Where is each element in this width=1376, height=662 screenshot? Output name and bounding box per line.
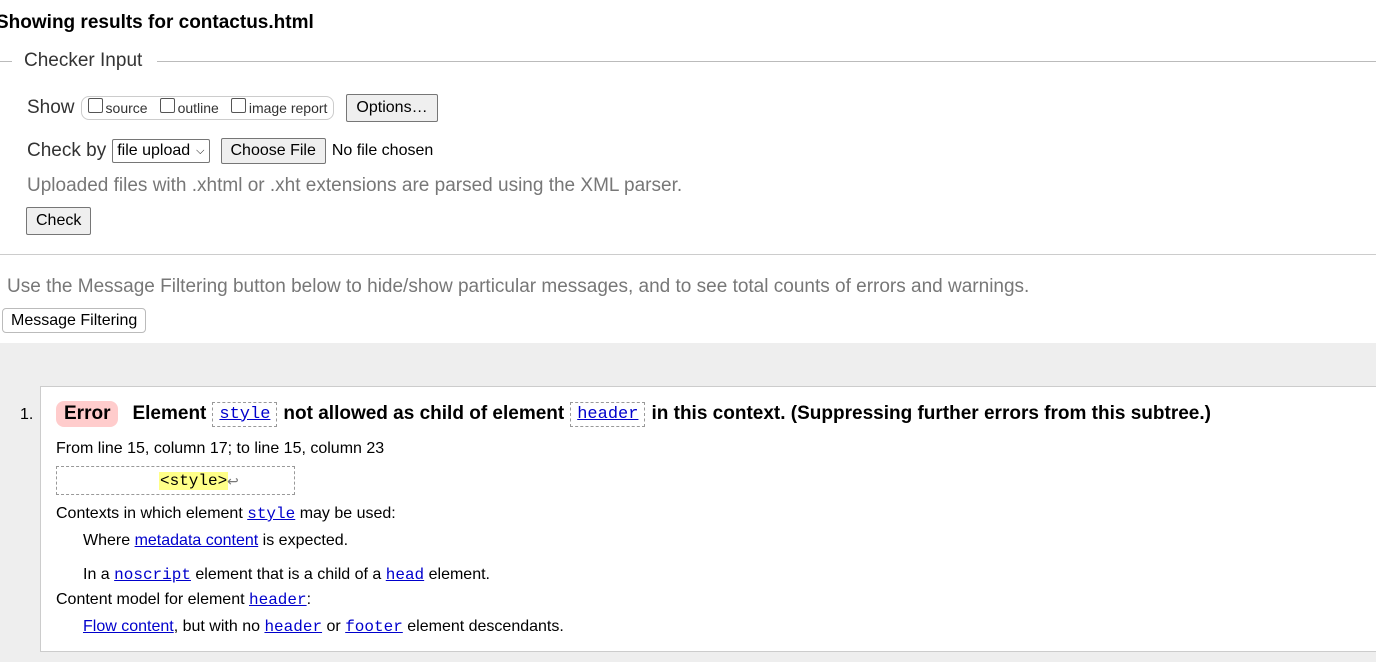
noscript-element-link[interactable]: noscript — [114, 566, 191, 584]
flow-or-text: or — [326, 618, 341, 635]
outline-checkbox[interactable] — [159, 97, 175, 113]
outline-checkbox-label: outline — [177, 100, 219, 116]
contexts-line: Contexts in which element style may be u… — [56, 505, 396, 523]
where-prefix: Where — [83, 532, 131, 549]
filter-note: Use the Message Filtering button below t… — [7, 276, 1030, 297]
contexts-prefix: Contexts in which element — [56, 505, 243, 522]
image-report-checkbox[interactable] — [230, 97, 246, 113]
choose-file-button[interactable]: Choose File — [220, 138, 326, 164]
error-text: Element — [132, 403, 207, 424]
check-by-row: Check by file upload ⌵ Choose File No fi… — [27, 138, 433, 164]
footer-element-link[interactable]: footer — [345, 618, 403, 636]
source-checkbox-label: source — [105, 100, 148, 116]
content-model-line: Content model for element header: — [56, 591, 311, 609]
metadata-content-link[interactable]: metadata content — [135, 532, 259, 549]
flow-content-line: Flow content, but with no header or foot… — [83, 618, 564, 636]
error-text: not allowed as child of element — [283, 403, 565, 424]
checker-input-legend: Checker Input — [24, 50, 143, 71]
show-row: Show source outline image report Options… — [27, 94, 438, 122]
error-text: in this context. (Suppressing further er… — [651, 403, 1211, 424]
flow-mid-text: , but with no — [173, 618, 260, 635]
show-label: Show — [27, 97, 75, 118]
header-element-link[interactable]: header — [264, 618, 322, 636]
check-by-select[interactable]: file upload ⌵ — [112, 139, 210, 163]
source-checkbox[interactable] — [87, 97, 103, 113]
error-message-card: Error Element style not allowed as child… — [40, 386, 1376, 652]
in-a-text: In a — [83, 566, 110, 583]
noscript-line: In a noscript element that is a child of… — [83, 566, 490, 584]
model-prefix: Content model for element — [56, 591, 245, 608]
source-extract: <style> ↩ — [56, 466, 295, 495]
flow-end-text: element descendants. — [407, 618, 564, 635]
highlighted-code: <style> — [159, 472, 229, 490]
show-source-option[interactable]: source — [87, 97, 148, 116]
image-report-checkbox-label: image report — [248, 100, 328, 116]
show-options-group: source outline image report — [80, 96, 335, 120]
element-link-header[interactable]: header — [570, 401, 646, 427]
check-by-value: file upload — [117, 142, 191, 159]
flow-content-link[interactable]: Flow content — [83, 618, 174, 635]
error-location[interactable]: From line 15, column 17; to line 15, col… — [56, 440, 384, 458]
style-element-link[interactable]: style — [247, 505, 295, 523]
xml-parser-note: Uploaded files with .xhtml or .xht exten… — [27, 175, 683, 196]
carriage-return-icon: ↩ — [227, 473, 239, 489]
check-by-label: Check by — [27, 140, 107, 161]
model-colon: : — [306, 591, 312, 608]
contexts-suffix: may be used: — [299, 505, 396, 522]
element-link-style[interactable]: style — [212, 401, 278, 427]
message-filtering-button[interactable]: Message Filtering — [2, 308, 147, 333]
options-button[interactable]: Options… — [346, 94, 438, 122]
divider — [0, 254, 1376, 255]
page-title: Showing results for contactus.html — [0, 12, 314, 33]
show-image-report-option[interactable]: image report — [230, 97, 328, 116]
error-summary: Error Element style not allowed as child… — [56, 401, 1211, 427]
show-outline-option[interactable]: outline — [159, 97, 219, 116]
message-number: 1. — [20, 406, 34, 423]
no-file-text: No file chosen — [331, 142, 434, 159]
child-of-text: element that is a child of a — [195, 566, 382, 583]
element-end-text: element. — [428, 566, 490, 583]
head-element-link[interactable]: head — [386, 566, 424, 584]
check-button[interactable]: Check — [26, 207, 92, 235]
fieldset-border — [157, 61, 1376, 62]
fieldset-border — [0, 61, 12, 62]
where-suffix: is expected. — [262, 532, 349, 549]
header-element-link[interactable]: header — [249, 591, 307, 609]
chevron-down-icon: ⌵ — [196, 144, 205, 157]
error-badge: Error — [56, 401, 119, 427]
where-line: Where metadata content is expected. — [83, 532, 348, 550]
